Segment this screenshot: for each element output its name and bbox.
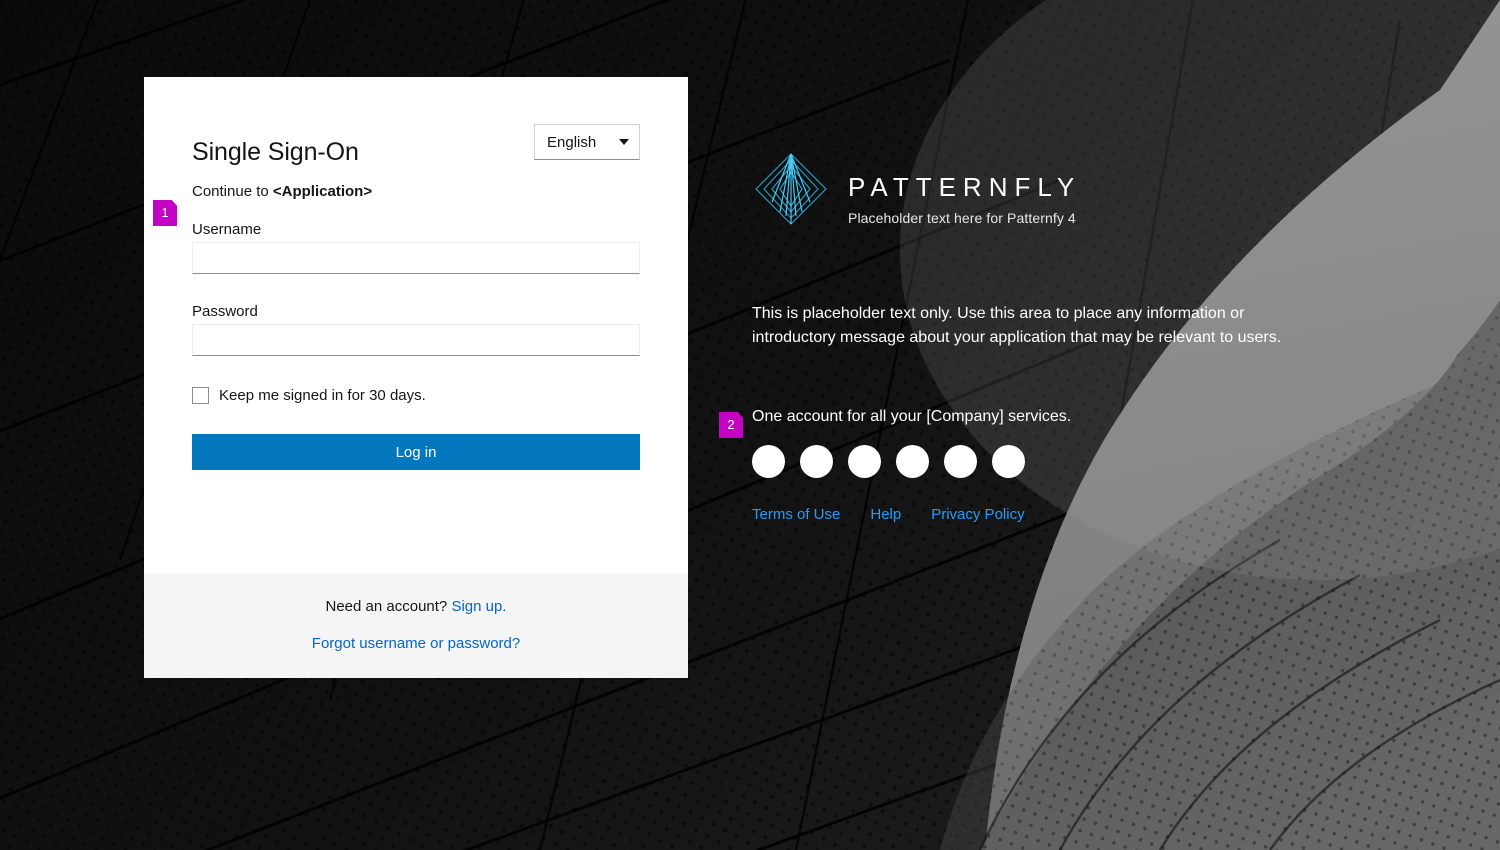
need-account-text: Need an account? <box>325 598 452 615</box>
remember-me-checkbox[interactable] <box>192 387 209 404</box>
social-icon-3[interactable] <box>848 445 881 478</box>
social-icon-5[interactable] <box>944 445 977 478</box>
login-header: Single Sign-On English <box>192 124 640 168</box>
social-icon-1[interactable] <box>752 445 785 478</box>
annotation-badge-2: 2 <box>719 412 743 438</box>
social-icon-6[interactable] <box>992 445 1025 478</box>
remember-me-row[interactable]: Keep me signed in for 30 days. <box>192 387 640 404</box>
language-select-value: English <box>547 133 597 151</box>
forgot-line: Forgot username or password? <box>192 633 640 655</box>
language-select[interactable]: English <box>534 124 640 160</box>
brand-subtext: One account for all your [Company] servi… <box>752 408 1072 425</box>
brand-titles: PATTERNFLY Placeholder text here for Pat… <box>848 164 1081 226</box>
password-field-group: Password <box>192 303 640 356</box>
need-account-line: Need an account? Sign up. <box>192 596 640 618</box>
social-icons-row <box>752 445 1312 478</box>
terms-of-use-link[interactable]: Terms of Use <box>752 506 840 523</box>
chevron-down-icon <box>619 139 629 145</box>
annotation-badge-1: 1 <box>153 200 177 226</box>
brand-tagline: Placeholder text here for Patternfy 4 <box>848 210 1076 226</box>
brand-name: PATTERNFLY <box>848 172 1082 202</box>
brand-paragraph: This is placeholder text only. Use this … <box>752 305 1282 346</box>
continue-prefix: Continue to <box>192 183 273 200</box>
login-card-body: Single Sign-On English Continue to <Appl… <box>144 77 688 574</box>
username-input[interactable] <box>192 242 640 274</box>
login-card: Single Sign-On English Continue to <Appl… <box>144 77 688 678</box>
help-link[interactable]: Help <box>870 506 901 523</box>
password-label: Password <box>192 303 258 320</box>
login-card-footer: Need an account? Sign up. Forgot usernam… <box>144 574 688 678</box>
continue-text: Continue to <Application> <box>192 182 640 202</box>
login-button[interactable]: Log in <box>192 434 640 470</box>
remember-me-label: Keep me signed in for 30 days. <box>219 387 426 404</box>
brand-header: PATTERNFLY Placeholder text here for Pat… <box>752 150 1312 240</box>
username-label: Username <box>192 221 262 238</box>
username-field-group: Username <box>192 221 640 274</box>
page-title: Single Sign-On <box>192 138 359 166</box>
privacy-policy-link[interactable]: Privacy Policy <box>931 506 1024 523</box>
continue-application: <Application> <box>272 183 373 200</box>
signup-link[interactable]: Sign up. <box>451 598 506 615</box>
brand-links-row: Terms of Use Help Privacy Policy <box>752 506 1312 523</box>
password-input[interactable] <box>192 324 640 356</box>
patternfly-diamond-logo-icon <box>755 153 827 225</box>
social-icon-4[interactable] <box>896 445 929 478</box>
social-icon-2[interactable] <box>800 445 833 478</box>
brand-panel: PATTERNFLY Placeholder text here for Pat… <box>752 150 1312 523</box>
forgot-credentials-link[interactable]: Forgot username or password? <box>312 635 520 652</box>
